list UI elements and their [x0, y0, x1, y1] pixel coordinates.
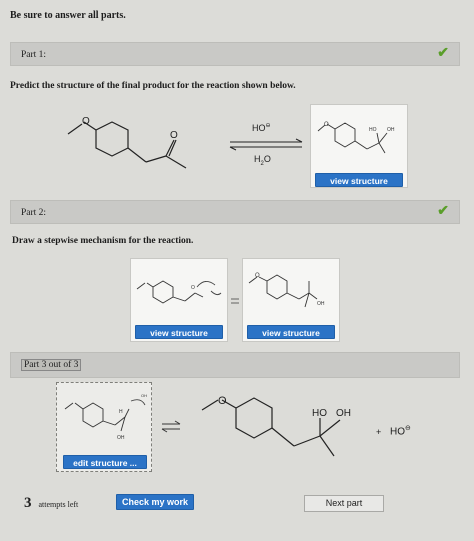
part3-equilibrium-arrows	[161, 420, 181, 433]
reagent-hydroxide: HO⊖	[252, 123, 271, 133]
part1-question: Predict the structure of the final produ…	[10, 81, 296, 91]
reagent-hydroxide-text: HO	[252, 123, 266, 133]
part2-view-structure-button-2[interactable]: view structure	[247, 325, 335, 339]
intro-text: Be sure to answer all parts.	[10, 10, 126, 21]
attempts-text: attempts left	[38, 500, 79, 509]
product-oh-label: OH	[387, 127, 395, 133]
part2-header: Part 2: ✔	[10, 200, 460, 224]
part3-drawing-area[interactable]: H OH OH edit structure ...	[56, 382, 152, 472]
svg-text:H: H	[119, 409, 123, 415]
part2-oh-label: OH	[317, 301, 325, 307]
next-part-button[interactable]: Next part	[304, 495, 384, 512]
svg-text:OH: OH	[141, 393, 147, 398]
svg-text:O: O	[255, 273, 260, 279]
part2-structure-box-1: O view structure	[130, 258, 228, 342]
svg-text:O: O	[324, 122, 329, 128]
part3-product-oh: OH	[336, 408, 351, 419]
part2-question: Draw a stepwise mechanism for the reacti…	[12, 236, 194, 246]
part2-structure-box-2: O OH view structure	[242, 258, 340, 342]
part2-label: Part 2:	[21, 208, 47, 218]
part3-plus: +	[376, 427, 382, 437]
part3-header: Part 3 out of 3	[10, 352, 460, 378]
part3-product-structure: O HO OH	[201, 395, 351, 457]
svg-text:OH: OH	[117, 435, 125, 441]
part1-label: Part 1:	[21, 50, 47, 60]
product-ho-label: HO	[369, 127, 377, 133]
svg-text:O: O	[82, 116, 90, 127]
svg-text:O: O	[218, 395, 227, 407]
part2-mechanism-structure-2: O OH	[248, 273, 325, 308]
part1-view-structure-button[interactable]: view structure	[315, 173, 403, 187]
equilibrium-arrows	[229, 138, 303, 151]
part3-hydroxide-text: HO	[390, 426, 405, 438]
part3-edit-structure-button[interactable]: edit structure ...	[63, 455, 147, 469]
part2-view-structure-button-1[interactable]: view structure	[135, 325, 223, 339]
check-my-work-button[interactable]: Check my work	[116, 494, 194, 510]
attempts-counter: 3 attempts left	[24, 494, 78, 512]
part2-equilibrium-arrows	[231, 298, 239, 304]
part1-header: Part 1: ✔	[10, 42, 460, 66]
part1-check-icon: ✔	[437, 46, 449, 61]
svg-text:O: O	[170, 130, 178, 141]
attempts-number: 3	[24, 495, 32, 511]
part1-product-box: O HO OH view structure	[310, 104, 408, 188]
part2-mechanism-structure-1: O	[136, 280, 222, 304]
svg-text:O: O	[191, 285, 195, 291]
part3-product-ho: HO	[312, 408, 327, 419]
part3-drawn-structure: H OH OH	[64, 393, 147, 441]
part3-hydroxide: HO⊖	[390, 425, 411, 438]
part1-product-structure: O HO OH	[317, 122, 395, 154]
part2-check-icon: ✔	[437, 204, 449, 219]
reagent-water: H2O	[254, 154, 271, 167]
reactant-structure: O O	[67, 116, 187, 169]
part3-label: Part 3 out of 3	[21, 359, 82, 371]
